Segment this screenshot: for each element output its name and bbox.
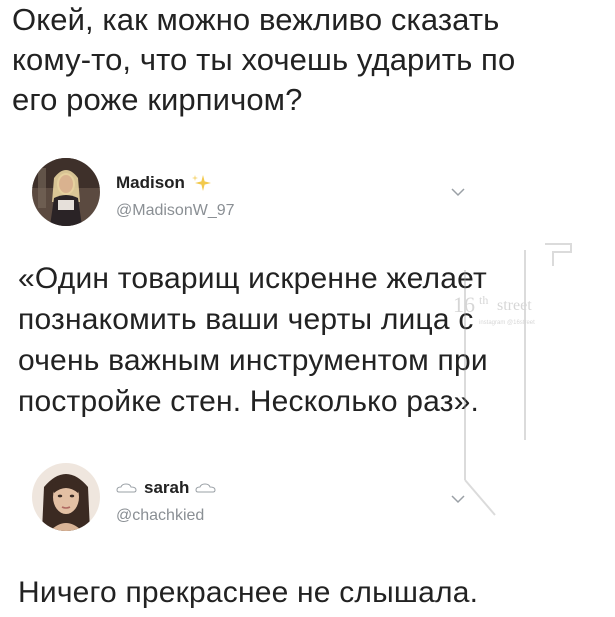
- handle-sarah[interactable]: @chachkied: [116, 507, 217, 525]
- watermark-text: 16: [453, 292, 475, 317]
- question-text: Окей, как можно вежливо сказать кому-то,…: [12, 0, 602, 120]
- display-name-text: Madison: [116, 173, 185, 192]
- question-line-1: Окей, как можно вежливо сказать: [12, 2, 500, 37]
- tweet-user-info-sarah: sarah @chachkied: [116, 477, 217, 525]
- display-name-text: sarah: [144, 478, 190, 497]
- avatar-sarah[interactable]: [32, 463, 100, 531]
- chevron-down-icon[interactable]: [450, 493, 466, 505]
- watermark-text: street: [497, 297, 532, 314]
- avatar-madison[interactable]: [32, 158, 100, 226]
- question-line-2: кому-то, что ты хочешь ударить по: [12, 42, 516, 77]
- tweet-header-madison: Madison @MadisonW_97: [32, 158, 592, 238]
- watermark-text: th: [479, 293, 488, 307]
- cloud-icon: [195, 483, 216, 493]
- tweet-text-sarah: Ничего прекраснее не слышала.: [18, 572, 608, 613]
- tweet-header-sarah: sarah @chachkied: [32, 463, 592, 543]
- tweet-line: Ничего прекраснее не слышала.: [18, 576, 479, 609]
- display-name-sarah[interactable]: sarah: [116, 477, 217, 499]
- handle-madison[interactable]: @MadisonW_97: [116, 202, 235, 220]
- chevron-down-icon[interactable]: [450, 186, 466, 198]
- sparkle-icon: [191, 175, 211, 191]
- profile-photo-icon: [32, 463, 100, 531]
- display-name-madison[interactable]: Madison: [116, 172, 235, 194]
- cloud-icon: [116, 483, 137, 493]
- question-line-3: его роже кирпичом?: [12, 82, 303, 117]
- tweet-user-info-madison: Madison @MadisonW_97: [116, 172, 235, 220]
- profile-photo-icon: [32, 158, 100, 226]
- watermark-small-text: instagram @16street: [479, 320, 535, 326]
